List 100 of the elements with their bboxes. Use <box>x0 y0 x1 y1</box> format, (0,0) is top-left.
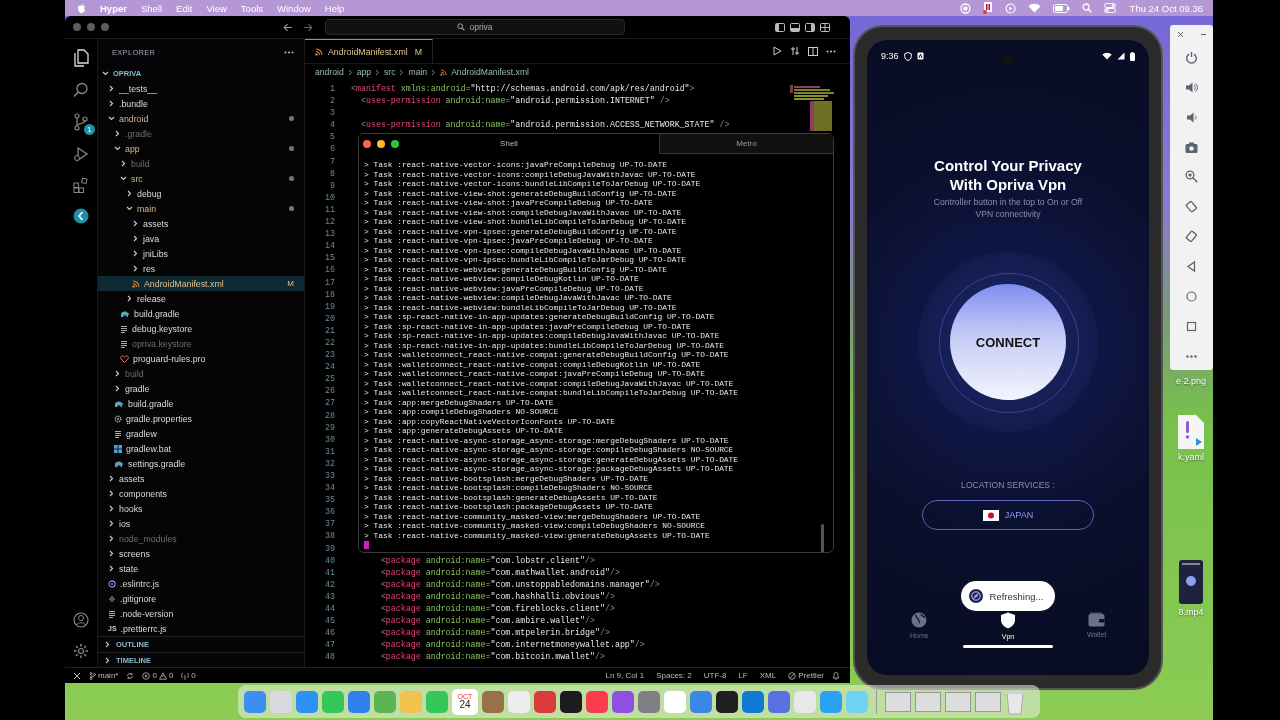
window-thumbnail[interactable] <box>885 691 911 712</box>
tree-item[interactable]: gradle.properties <box>98 411 304 426</box>
tree-item[interactable]: state <box>98 561 304 576</box>
tree-item[interactable]: app <box>98 141 304 156</box>
tree-item[interactable]: debug <box>98 186 304 201</box>
volume-up-icon[interactable] <box>1185 80 1198 94</box>
tree-item[interactable]: jniLibs <box>98 246 304 261</box>
power-icon[interactable] <box>1185 50 1198 64</box>
tree-item[interactable]: src <box>98 171 304 186</box>
tree-item[interactable]: gradle <box>98 381 304 396</box>
tree-item[interactable]: AndroidManifest.xml M <box>98 276 304 291</box>
status-item[interactable]: UTF-8 <box>703 671 727 680</box>
zoom-icon[interactable] <box>1185 170 1198 184</box>
close-window-button[interactable] <box>363 140 371 148</box>
app-icon[interactable] <box>716 690 738 713</box>
ports-status[interactable]: 0 <box>181 671 196 680</box>
layout-icon[interactable] <box>805 22 815 32</box>
layout-icon[interactable] <box>775 22 785 32</box>
status-item[interactable]: Ln 9, Col 1 <box>605 671 645 680</box>
tree-item[interactable]: screens <box>98 546 304 561</box>
forward-arrow-icon[interactable] <box>303 22 313 32</box>
terminal-tab[interactable]: Metro <box>659 134 833 154</box>
window-thumbnail[interactable] <box>915 691 941 712</box>
window-thumbnail[interactable] <box>975 691 1001 712</box>
tree-item[interactable]: main <box>98 201 304 216</box>
tree-item[interactable]: build <box>98 366 304 381</box>
more-icon[interactable] <box>284 51 294 54</box>
tree-item[interactable]: build <box>98 156 304 171</box>
wifi-icon[interactable] <box>1027 3 1041 13</box>
scrollbar-thumb[interactable] <box>821 524 824 552</box>
status-item[interactable]: LF <box>738 671 748 680</box>
files-icon[interactable] <box>73 49 89 67</box>
tree-item[interactable]: .node-version <box>98 606 304 621</box>
rotate-right-icon[interactable] <box>1185 230 1198 244</box>
tree-item[interactable]: .eslintrc.js <box>98 576 304 591</box>
apple-logo-icon[interactable] <box>77 2 86 14</box>
app-status-icon[interactable] <box>982 2 993 14</box>
tree-item[interactable]: gradlew.bat <box>98 441 304 456</box>
window-thumbnail[interactable] <box>945 691 971 712</box>
overview-icon[interactable] <box>1185 319 1198 333</box>
compare-icon[interactable] <box>790 46 800 56</box>
account-icon[interactable] <box>73 612 89 628</box>
back-icon[interactable] <box>1185 260 1198 274</box>
editor-tab[interactable]: AndroidManifest.xml M <box>305 39 434 63</box>
tree-item[interactable]: opriva.keystore <box>98 336 304 351</box>
formatter-status[interactable]: Prettier <box>788 671 824 680</box>
yaml-file-icon[interactable] <box>1176 414 1206 450</box>
branch-status[interactable]: main* <box>89 671 119 680</box>
breadcrumb[interactable]: android <box>315 67 344 77</box>
search-icon[interactable] <box>73 82 89 98</box>
volume-down-icon[interactable] <box>1185 110 1198 124</box>
breadcrumb[interactable]: app <box>356 67 371 77</box>
tree-item[interactable]: assets <box>98 216 304 231</box>
tree-item[interactable]: components <box>98 486 304 501</box>
tree-item[interactable]: .gradle <box>98 126 304 141</box>
breadcrumb[interactable]: src <box>384 67 396 77</box>
minimize-window-button[interactable] <box>377 140 385 148</box>
search-field[interactable]: opriva <box>325 19 625 35</box>
sync-icon[interactable] <box>126 671 135 680</box>
bell-icon[interactable] <box>832 671 840 680</box>
status-item[interactable]: Spaces: 2 <box>656 671 692 680</box>
tree-item[interactable]: assets <box>98 471 304 486</box>
close-window-button[interactable] <box>73 23 81 31</box>
camera-icon[interactable] <box>1185 140 1198 154</box>
source-control-icon[interactable] <box>73 113 89 131</box>
status-item[interactable]: XML <box>759 671 777 680</box>
extension-icon[interactable] <box>73 208 89 224</box>
minimize-icon[interactable] <box>1199 31 1207 38</box>
run-icon[interactable] <box>773 46 782 56</box>
app-icon[interactable] <box>560 690 582 713</box>
tree-item[interactable]: android <box>98 111 304 126</box>
settings-icon[interactable] <box>73 643 89 659</box>
tree-item[interactable]: build.gradle <box>98 306 304 321</box>
tree-item[interactable]: settings.gradle <box>98 456 304 471</box>
problems-status[interactable]: 0 0 <box>142 671 174 680</box>
tree-item[interactable]: .gitignore <box>98 591 304 606</box>
remote-icon[interactable] <box>73 671 81 680</box>
rotate-left-icon[interactable] <box>1185 200 1198 214</box>
tree-item[interactable]: __tests__ <box>98 81 304 96</box>
battery-icon[interactable] <box>1052 3 1070 13</box>
search-icon[interactable] <box>1081 3 1092 13</box>
tree-item[interactable]: java <box>98 231 304 246</box>
tree-item[interactable]: .bundle <box>98 96 304 111</box>
record-icon[interactable] <box>959 2 971 14</box>
back-arrow-icon[interactable] <box>283 22 293 32</box>
tree-item[interactable]: debug.keystore <box>98 321 304 336</box>
split-editor-icon[interactable] <box>808 46 818 56</box>
tree-item[interactable]: res <box>98 261 304 276</box>
layout-icon[interactable] <box>820 22 830 32</box>
video-file-icon[interactable] <box>1178 559 1204 605</box>
run-debug-icon[interactable] <box>73 146 89 162</box>
control-center-icon[interactable] <box>1103 3 1116 13</box>
tree-item[interactable]: release <box>98 291 304 306</box>
tree-item[interactable]: ios <box>98 516 304 531</box>
more-icon[interactable] <box>826 49 836 53</box>
tree-item[interactable]: hooks <box>98 501 304 516</box>
layout-icon[interactable] <box>790 22 800 32</box>
close-icon[interactable] <box>1176 31 1184 38</box>
breadcrumb[interactable]: AndroidManifest.xml <box>451 67 529 77</box>
maximize-window-button[interactable] <box>391 140 399 148</box>
